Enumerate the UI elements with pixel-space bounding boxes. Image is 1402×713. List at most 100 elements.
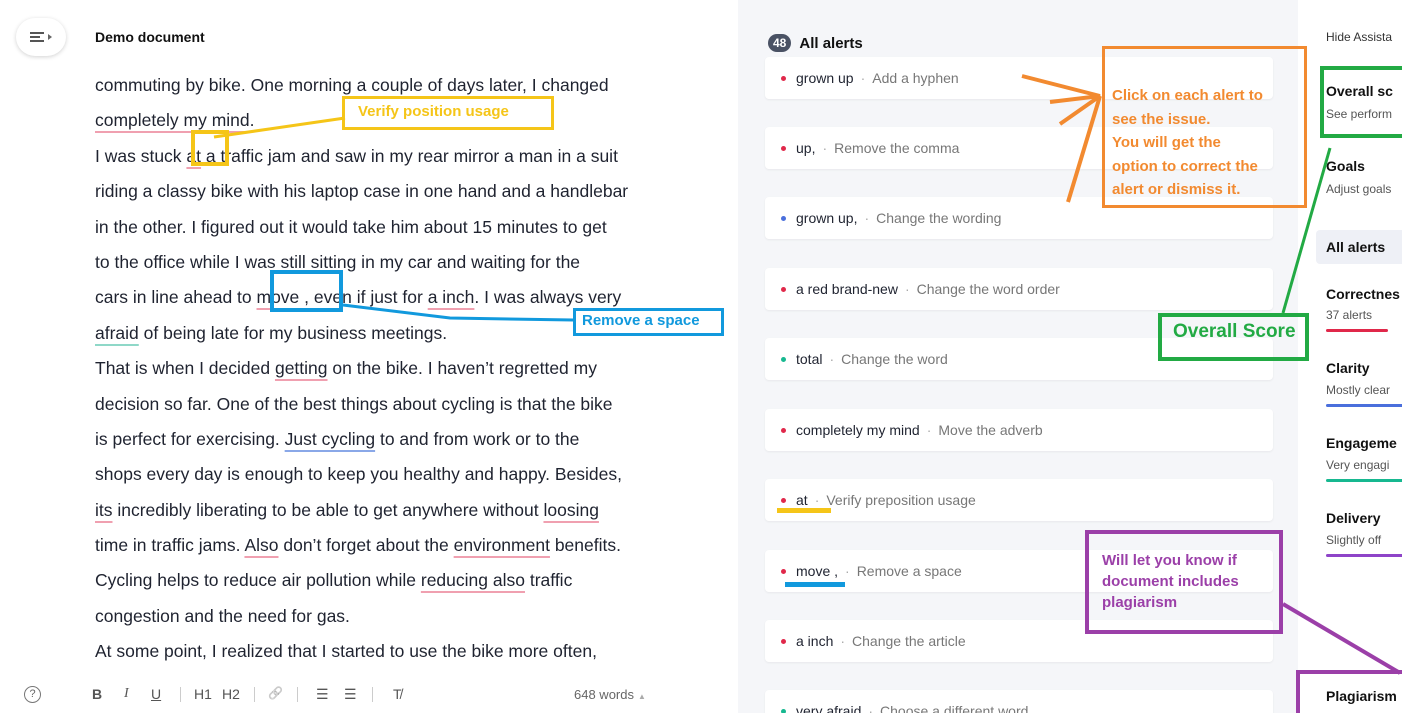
heading2-button[interactable]: H2 [222, 686, 240, 702]
alert-description: Add a hyphen [872, 70, 959, 86]
italic-button[interactable]: I [124, 686, 129, 702]
annotation-line: document includes [1102, 573, 1239, 590]
flagged-text[interactable]: environment [454, 535, 550, 555]
move-highlight-box [270, 270, 343, 312]
document-line[interactable]: congestion and the need for gas. [95, 599, 715, 634]
alert-card[interactable]: completely my mind · Move the adverb [765, 409, 1273, 451]
editor-toolbar: ? B I U H1 H2 🔗 ☰ ☰ T̸ 648 words ▲ [0, 680, 720, 710]
alert-description: Remove the comma [834, 140, 960, 156]
clear-format-icon[interactable]: T̸ [393, 686, 402, 702]
delivery-subtitle: Slightly off [1326, 533, 1382, 547]
alerts-title: All alerts [799, 34, 863, 52]
document-line[interactable]: riding a classy bike with his laptop cas… [95, 174, 715, 209]
text-segment: traffic [524, 570, 573, 591]
flagged-text[interactable]: loosing [543, 500, 598, 520]
clarity-subtitle: Mostly clear [1326, 383, 1391, 397]
alert-card[interactable]: at · Verify preposition usage [765, 479, 1273, 521]
alert-card[interactable]: a red brand-new · Change the word order [765, 268, 1273, 310]
alert-dot-icon [781, 497, 786, 503]
correctness-bar [1326, 329, 1388, 332]
flagged-text[interactable]: completely my mind [95, 110, 250, 130]
text-segment: time in traffic jams. [95, 535, 245, 556]
alert-word: move , [796, 563, 839, 579]
alert-separator: · [829, 351, 835, 367]
document-line[interactable]: That is when I decided getting on the bi… [95, 351, 715, 386]
alert-description: Verify preposition usage [826, 492, 976, 508]
alert-card[interactable]: very afraid · Choose a different word [765, 690, 1273, 713]
heading1-button[interactable]: H1 [194, 686, 212, 702]
engagement-bar [1326, 479, 1402, 482]
annotation-line: alert or dismiss it. [1112, 181, 1241, 198]
annotation-line: Will let you know if [1102, 552, 1237, 569]
text-segment: to the office while I was still sitting … [95, 251, 581, 272]
alert-description: Change the word [841, 351, 948, 367]
ordered-list-icon[interactable]: ☰ [316, 686, 329, 703]
menu-button[interactable] [16, 18, 66, 56]
correctness-title[interactable]: Correctnes [1326, 286, 1400, 302]
flagged-text[interactable]: its [95, 500, 113, 520]
alert-dot-icon [781, 638, 786, 644]
text-segment: shops every day is enough to keep you he… [95, 464, 622, 485]
text-segment: commuting by bike. One morning a couple … [95, 75, 609, 95]
flagged-text[interactable]: afraid [95, 323, 139, 343]
document-line[interactable]: in the other. I figured out it would tak… [95, 210, 715, 245]
alert-word: up, [796, 140, 816, 156]
underline-button[interactable]: U [151, 686, 161, 702]
alert-description: Remove a space [856, 563, 962, 579]
bullet-list-icon[interactable]: ☰ [344, 686, 357, 703]
delivery-bar [1326, 554, 1402, 557]
document-line[interactable]: shops every day is enough to keep you he… [95, 457, 715, 492]
document-line[interactable]: is perfect for exercising. Just cycling … [95, 422, 715, 457]
document-line[interactable]: Cycling helps to reduce air pollution wh… [95, 563, 715, 598]
alert-separator: · [864, 210, 870, 226]
document-line[interactable]: I was stuck at a traffic jam and saw in … [95, 139, 715, 174]
alert-word: a red brand-new [796, 281, 898, 297]
document-line[interactable]: its incredibly liberating to be able to … [95, 493, 715, 528]
annotation-line: plagiarism [1102, 594, 1178, 611]
correctness-subtitle: 37 alerts [1326, 308, 1373, 322]
alert-word: completely my mind [796, 422, 920, 438]
at-highlight-box [191, 130, 229, 166]
clarity-title[interactable]: Clarity [1326, 360, 1370, 376]
hide-assistant-button[interactable]: Hide Assista [1326, 30, 1392, 44]
help-icon[interactable]: ? [24, 686, 41, 703]
word-count-text: 648 words [574, 687, 634, 702]
alert-description: Change the article [852, 633, 966, 649]
text-segment: riding a classy bike with his laptop cas… [95, 181, 629, 202]
link-icon[interactable]: 🔗 [268, 686, 283, 700]
flagged-text[interactable]: Just cycling [285, 429, 375, 449]
overall-score-highlight-box [1320, 66, 1402, 138]
word-count[interactable]: 648 words ▲ [574, 687, 646, 702]
goals-title[interactable]: Goals [1326, 158, 1365, 174]
caret-right-icon [48, 34, 52, 40]
alerts-header: 48 All alerts [768, 34, 863, 52]
text-segment: Cycling helps to reduce air pollution wh… [95, 570, 421, 591]
flagged-text[interactable]: a inch [428, 287, 475, 307]
document-title[interactable]: Demo document [95, 29, 205, 45]
document-body[interactable]: commuting by bike. One morning a couple … [95, 68, 715, 670]
alert-word: very afraid [796, 703, 862, 713]
alert-dot-icon [781, 568, 786, 574]
toolbar-divider [254, 687, 255, 702]
document-line[interactable]: decision so far. One of the best things … [95, 387, 715, 422]
click-alert-label: Click on each alert to see the issue. You … [1112, 84, 1263, 202]
alert-separator: · [845, 563, 850, 579]
document-line[interactable]: to the office while I was still sitting … [95, 245, 715, 280]
alert-dot-icon [781, 145, 786, 151]
text-segment: At some point, I realized that I started… [95, 641, 597, 662]
menu-icon [30, 32, 44, 42]
bold-button[interactable]: B [92, 686, 102, 702]
remove-space-label: Remove a space [582, 312, 700, 329]
document-line[interactable]: time in traffic jams. Also don’t forget … [95, 528, 715, 563]
flagged-text[interactable]: getting [275, 358, 328, 378]
annotation-line: You will get the [1112, 134, 1221, 151]
flagged-text[interactable]: reducing also [421, 570, 525, 590]
flagged-text[interactable]: Also [244, 535, 278, 555]
engagement-title[interactable]: Engageme [1326, 435, 1397, 451]
document-line[interactable]: At some point, I realized that I started… [95, 634, 715, 669]
text-segment: incredibly liberating to be able to get … [112, 499, 544, 520]
alert-word: grown up [796, 70, 854, 86]
alert-description: Move the adverb [938, 422, 1043, 438]
alert-dot-icon [781, 75, 786, 81]
delivery-title[interactable]: Delivery [1326, 510, 1380, 526]
